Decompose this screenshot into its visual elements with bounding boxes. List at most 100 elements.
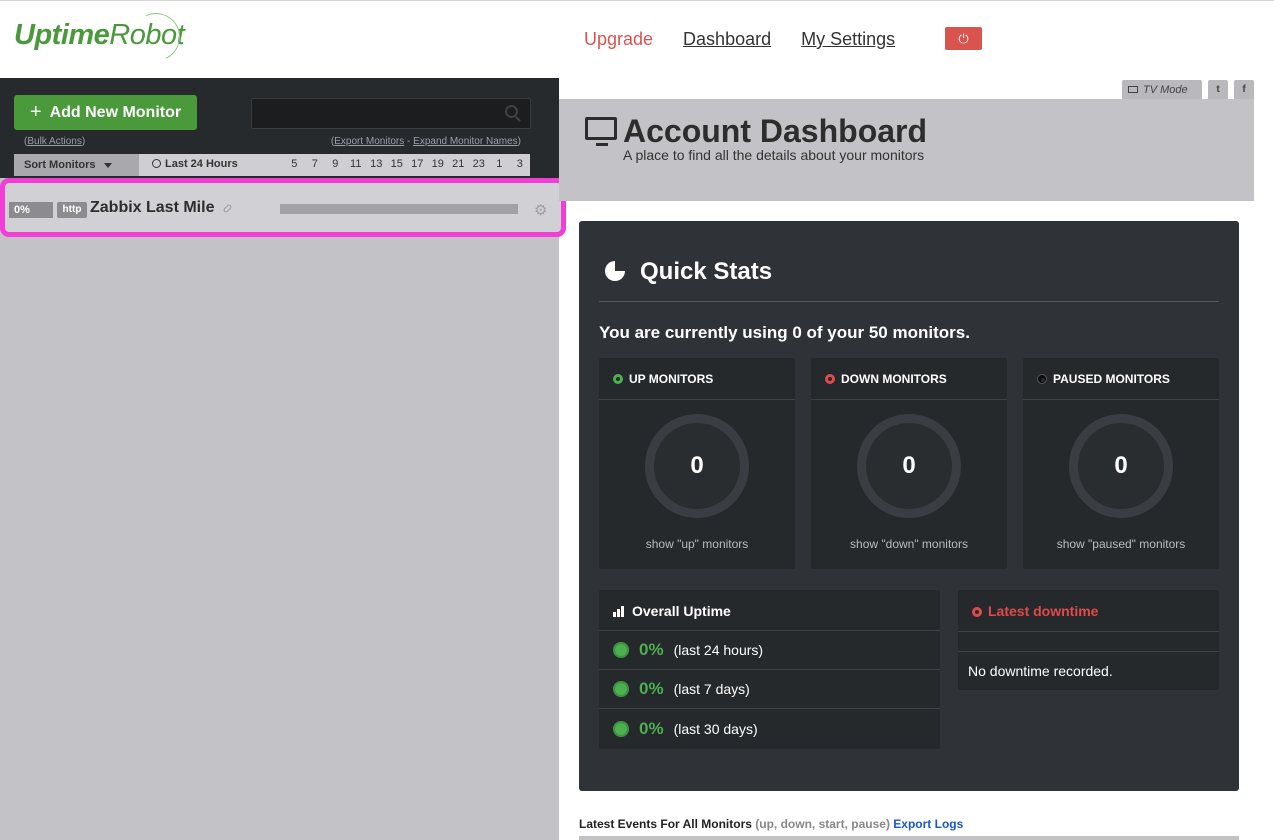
uptime-period: (last 24 hours) bbox=[673, 642, 764, 658]
add-new-monitor-button[interactable]: + Add New Monitor bbox=[14, 95, 197, 130]
status-down-icon bbox=[825, 374, 835, 384]
add-new-monitor-label: Add New Monitor bbox=[49, 103, 182, 121]
sort-monitors-dropdown[interactable]: Sort Monitors bbox=[14, 154, 139, 176]
logo-orbit bbox=[125, 6, 187, 68]
up-monitors-ring: 0 bbox=[645, 414, 749, 518]
uptime-percent: 0% bbox=[639, 718, 664, 738]
monitor-uptime-bar bbox=[280, 204, 518, 214]
latest-downtime-box: Latest downtime No downtime recorded. bbox=[958, 590, 1219, 690]
down-monitors-card: DOWN MONITORS 0 show "down" monitors bbox=[811, 358, 1007, 569]
overall-uptime-title: Overall Uptime bbox=[632, 603, 731, 619]
sort-monitors-label: Sort Monitors bbox=[24, 159, 96, 171]
down-monitors-header: DOWN MONITORS bbox=[811, 358, 1007, 400]
view-toggles: TV Mode t f bbox=[1122, 80, 1254, 99]
time-period: Last 24 Hours bbox=[152, 158, 238, 170]
power-icon: ⏻ bbox=[958, 30, 969, 46]
uptime-percent: 0% bbox=[639, 679, 664, 698]
hour-tick: 13 bbox=[370, 158, 383, 170]
hour-tick: 11 bbox=[350, 158, 362, 170]
export-monitors-link[interactable]: Export Monitors bbox=[334, 136, 404, 147]
monitor-type-badge: http bbox=[57, 202, 87, 218]
latest-downtime-header: Latest downtime bbox=[958, 590, 1219, 632]
monitor-usage-text: You are currently using 0 of your 50 mon… bbox=[599, 323, 970, 342]
monitor-uptime-badge: 0% bbox=[9, 202, 53, 218]
logo[interactable]: UptimeRobot bbox=[14, 6, 187, 68]
upgrade-link[interactable]: Upgrade bbox=[584, 29, 653, 50]
events-divider bbox=[579, 836, 1239, 840]
tv-mode-label: TV Mode bbox=[1143, 83, 1188, 96]
down-monitors-count: 0 bbox=[902, 452, 916, 479]
monitor-row[interactable]: 0% http Zabbix Last Mile ⚙ bbox=[0, 178, 566, 237]
paused-monitors-header: PAUSED MONITORS bbox=[1023, 358, 1219, 400]
export-separator: - bbox=[407, 136, 411, 147]
paused-monitors-card: PAUSED MONITORS 0 show "paused" monitors bbox=[1023, 358, 1219, 569]
gear-icon[interactable]: ⚙ bbox=[534, 201, 547, 219]
show-down-monitors-link[interactable]: show "down" monitors bbox=[811, 537, 1007, 551]
badge-icon bbox=[613, 642, 629, 658]
up-monitors-count: 0 bbox=[690, 452, 704, 479]
page-header: Account Dashboard A place to find all th… bbox=[559, 99, 1254, 201]
bulk-actions-link[interactable]: (Bulk Actions) bbox=[24, 136, 85, 147]
up-monitors-card: UP MONITORS 0 show "up" monitors bbox=[599, 358, 795, 569]
down-monitors-label: DOWN MONITORS bbox=[841, 372, 947, 386]
search-icon[interactable] bbox=[505, 105, 518, 118]
hour-tick: 9 bbox=[332, 158, 339, 170]
latest-downtime-text: No downtime recorded. bbox=[968, 663, 1113, 679]
latest-downtime-title: Latest downtime bbox=[988, 603, 1099, 619]
uptime-row: 0% (last 24 hours) bbox=[599, 631, 940, 670]
dashboard-link[interactable]: Dashboard bbox=[683, 29, 771, 50]
plus-icon: + bbox=[29, 101, 42, 123]
export-logs-link[interactable]: Export Logs bbox=[893, 817, 963, 831]
paused-monitors-ring: 0 bbox=[1069, 414, 1173, 518]
uptime-percent: 0% bbox=[639, 640, 664, 659]
bulk-actions-label: Bulk Actions bbox=[27, 136, 82, 147]
period-label: Last 24 Hours bbox=[165, 158, 238, 170]
bar-chart-icon bbox=[613, 606, 625, 617]
hour-tick: 1 bbox=[496, 158, 503, 170]
sort-bar: Sort Monitors Last 24 Hours 5 7 9 11 13 … bbox=[14, 154, 530, 176]
down-monitors-ring: 0 bbox=[857, 414, 961, 518]
main-nav: Upgrade Dashboard My Settings bbox=[584, 29, 895, 50]
tv-mode-button[interactable]: TV Mode bbox=[1122, 80, 1202, 99]
up-monitors-header: UP MONITORS bbox=[599, 358, 795, 400]
show-paused-monitors-link[interactable]: show "paused" monitors bbox=[1023, 537, 1219, 551]
downtime-icon bbox=[972, 607, 982, 617]
facebook-icon[interactable]: f bbox=[1234, 80, 1254, 99]
hour-tick: 23 bbox=[472, 158, 485, 170]
paused-monitors-label: PAUSED MONITORS bbox=[1053, 372, 1170, 386]
page-subtitle: A place to find all the details about yo… bbox=[623, 147, 925, 163]
page-title: Account Dashboard bbox=[623, 113, 928, 149]
monitor-sidebar: + Add New Monitor (Bulk Actions) (Export… bbox=[0, 78, 566, 840]
hour-tick: 7 bbox=[311, 158, 318, 170]
logout-button[interactable]: ⏻ bbox=[945, 27, 982, 50]
tv-icon bbox=[1128, 86, 1138, 93]
latest-events-title: Latest Events For All Monitors bbox=[579, 817, 752, 831]
hour-tick: 3 bbox=[516, 158, 523, 170]
sidebar-toolbar: + Add New Monitor (Bulk Actions) (Export… bbox=[0, 78, 559, 178]
paused-monitors-count: 0 bbox=[1114, 452, 1128, 479]
pie-chart-icon bbox=[605, 261, 625, 281]
latest-events-heading: Latest Events For All Monitors (up, down… bbox=[579, 817, 963, 831]
status-up-icon bbox=[613, 374, 623, 384]
hour-tick: 15 bbox=[390, 158, 403, 170]
uptime-row: 0% (last 7 days) bbox=[599, 670, 940, 709]
clock-icon bbox=[152, 159, 161, 168]
logo-part-uptime: Uptime bbox=[14, 19, 110, 51]
monitor-name[interactable]: Zabbix Last Mile bbox=[90, 199, 214, 217]
quick-stats-panel: Quick Stats You are currently using 0 of… bbox=[579, 221, 1239, 791]
hour-ticks: 5 7 9 11 13 15 17 19 21 23 1 3 bbox=[284, 158, 530, 170]
my-settings-link[interactable]: My Settings bbox=[801, 29, 895, 50]
hour-tick: 17 bbox=[411, 158, 424, 170]
up-monitors-label: UP MONITORS bbox=[629, 372, 714, 386]
event-filters: (up, down, start, pause) bbox=[755, 817, 890, 831]
divider bbox=[958, 632, 1219, 652]
hour-tick: 19 bbox=[431, 158, 444, 170]
twitter-icon[interactable]: t bbox=[1208, 80, 1228, 99]
monitor-screen-icon bbox=[585, 117, 617, 146]
divider bbox=[599, 301, 1219, 302]
show-up-monitors-link[interactable]: show "up" monitors bbox=[599, 537, 795, 551]
uptime-period: (last 30 days) bbox=[673, 720, 758, 737]
expand-monitor-names-link[interactable]: Expand Monitor Names bbox=[413, 136, 518, 147]
link-icon[interactable] bbox=[222, 203, 233, 214]
monitor-search-input[interactable] bbox=[251, 98, 531, 129]
